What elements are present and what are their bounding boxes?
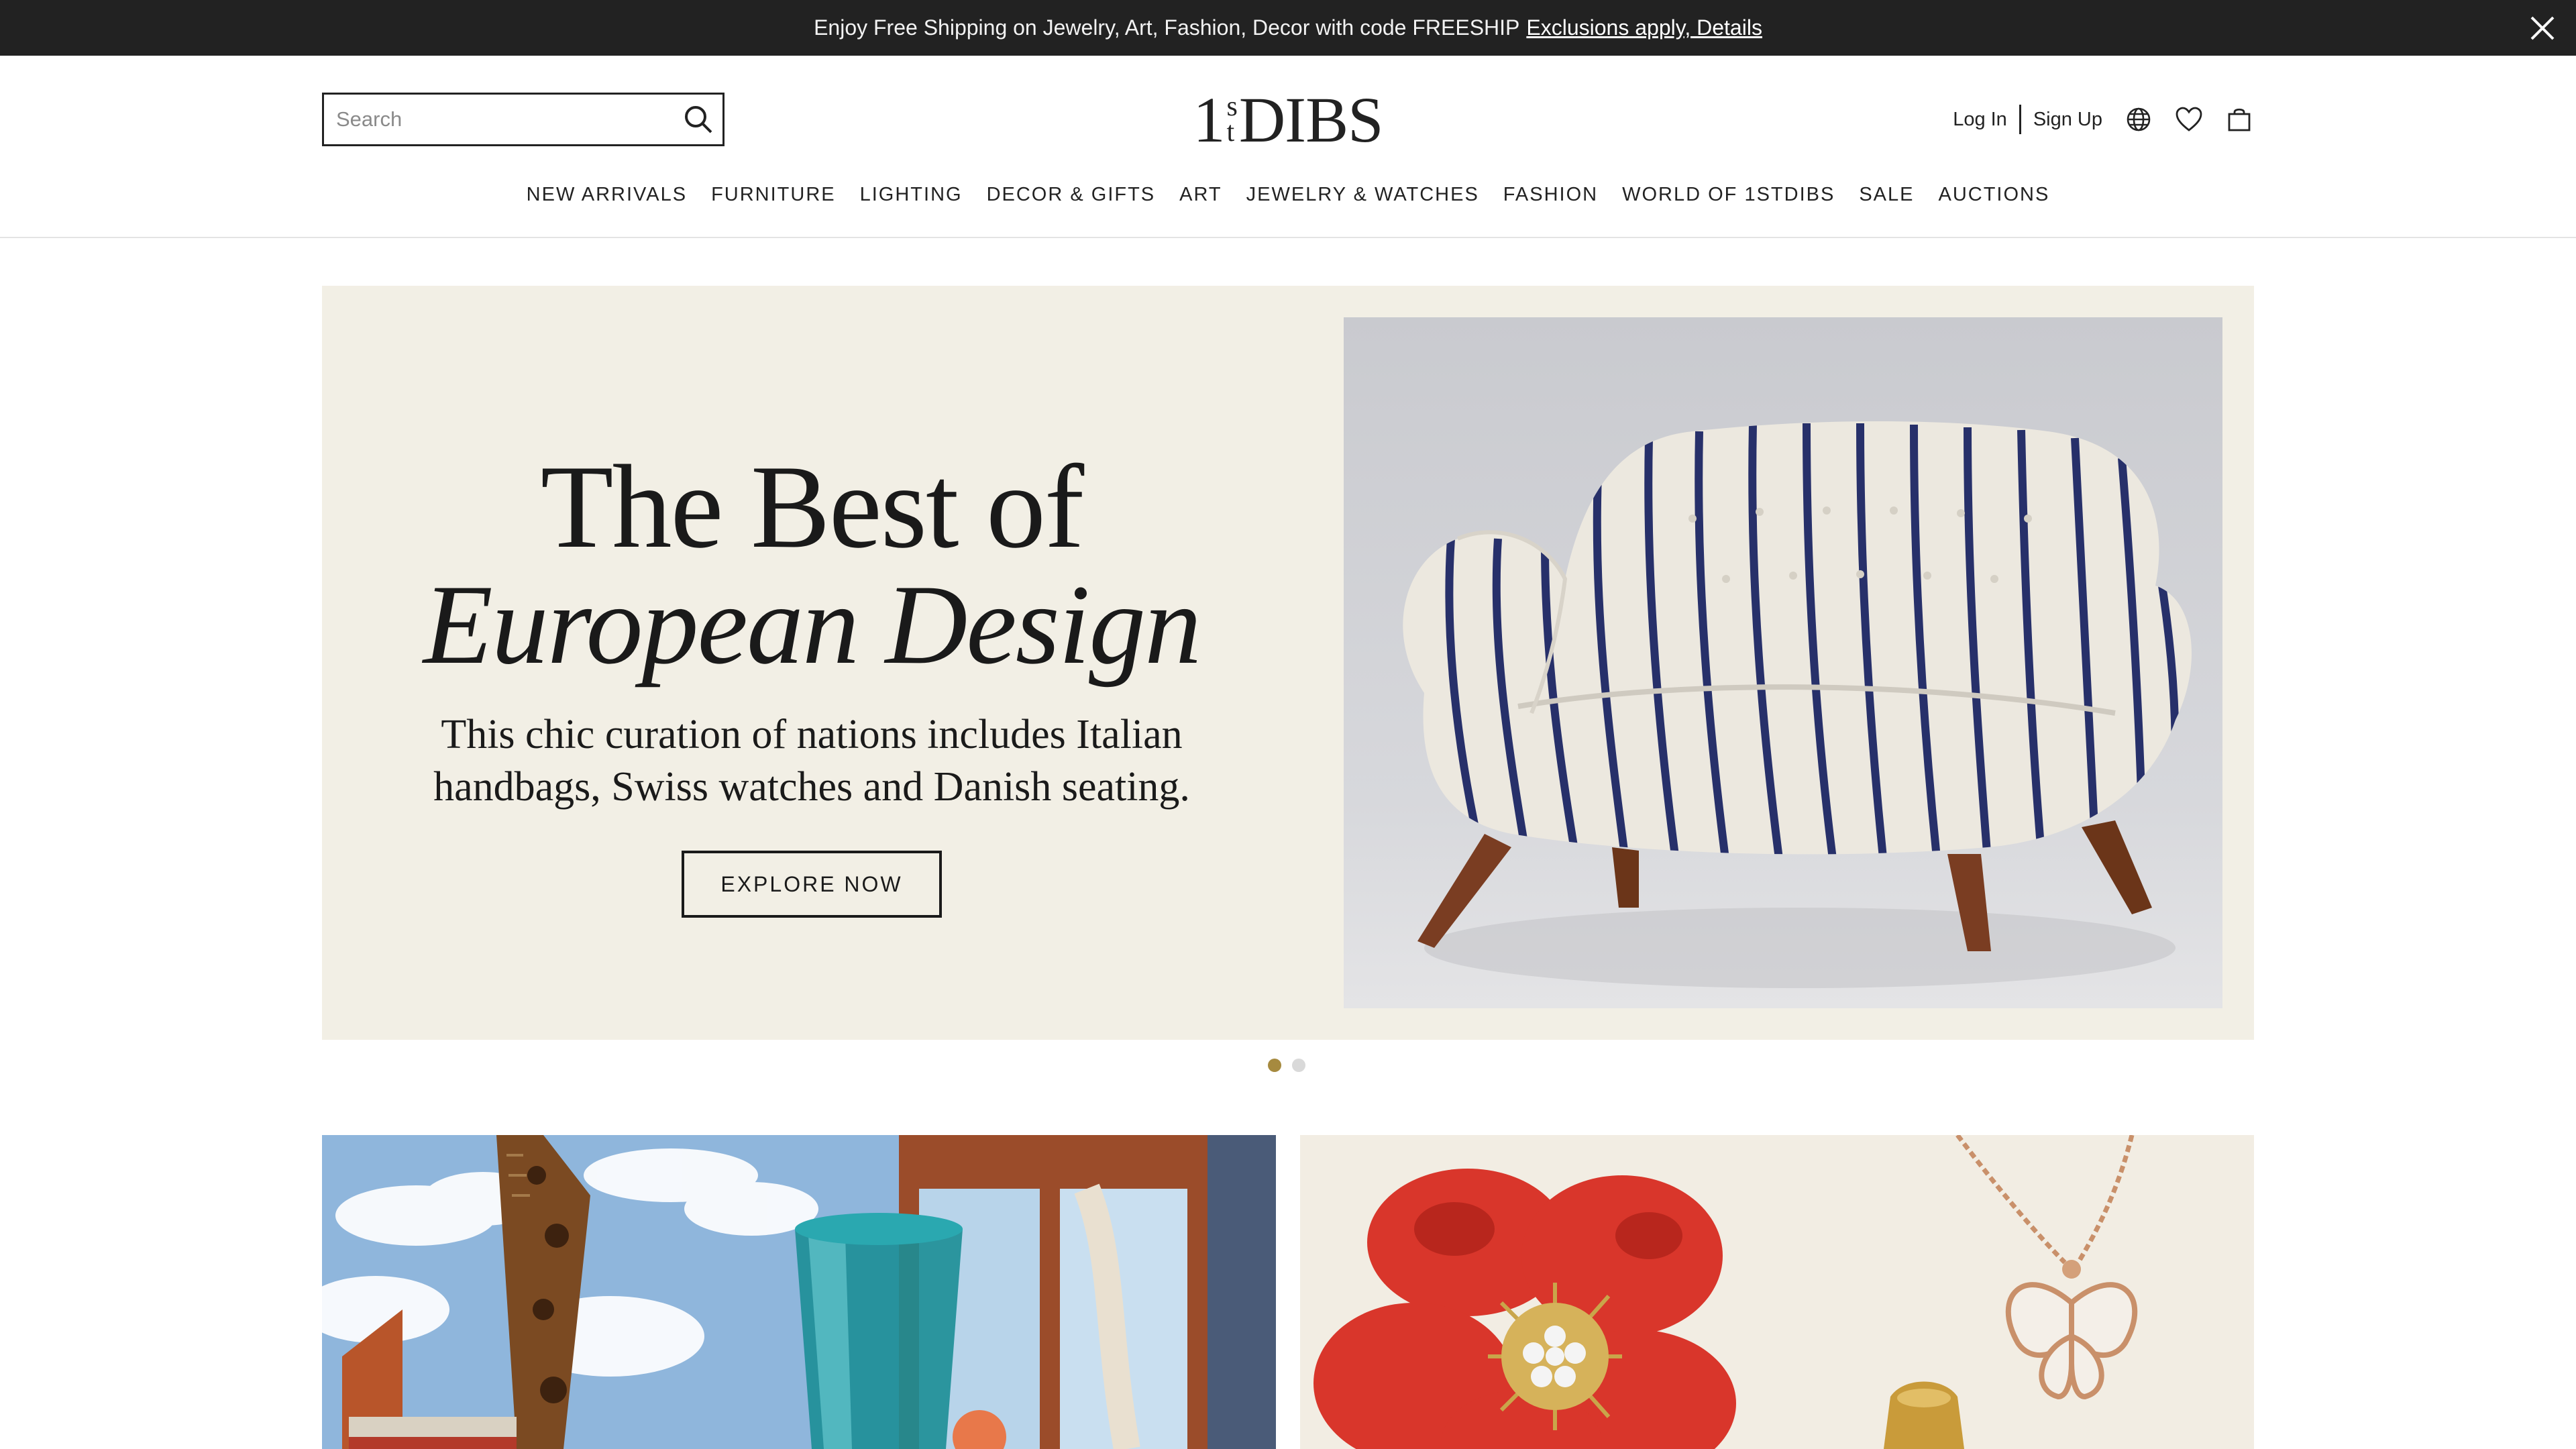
- close-icon[interactable]: [2528, 13, 2557, 43]
- nav-art[interactable]: ART: [1167, 180, 1234, 209]
- search-icon[interactable]: [674, 95, 722, 144]
- nav-decor-gifts[interactable]: DECOR & GIFTS: [975, 180, 1168, 209]
- promo-text: Enjoy Free Shipping on Jewelry, Art, Fas…: [814, 15, 1520, 40]
- shopping-bag-icon[interactable]: [2226, 106, 2253, 133]
- search-input[interactable]: [324, 95, 674, 144]
- account-links: Log In Sign Up: [1953, 101, 2253, 138]
- hero-text-block: The Best of European Design This chic cu…: [416, 447, 1208, 918]
- heart-icon[interactable]: [2175, 106, 2203, 133]
- promo-banner: Enjoy Free Shipping on Jewelry, Art, Fas…: [0, 0, 2576, 56]
- explore-now-button[interactable]: EXPLORE NOW: [682, 851, 942, 918]
- header-divider: [0, 237, 2576, 238]
- signup-link[interactable]: Sign Up: [2033, 109, 2102, 131]
- divider: [2019, 105, 2021, 134]
- nav-new-arrivals[interactable]: NEW ARRIVALS: [515, 180, 699, 209]
- main-nav: NEW ARRIVALS FURNITURE LIGHTING DECOR & …: [0, 180, 2576, 209]
- nav-sale[interactable]: SALE: [1847, 180, 1926, 209]
- nav-lighting[interactable]: LIGHTING: [848, 180, 975, 209]
- hero-subtitle: This chic curation of nations includes I…: [433, 712, 1190, 810]
- globe-icon[interactable]: [2125, 106, 2152, 133]
- search-box: [322, 93, 724, 146]
- carousel-dot-2[interactable]: [1292, 1059, 1305, 1072]
- striped-loveseat-photo[interactable]: [1344, 317, 2222, 1008]
- site-logo[interactable]: 1 s t DIBS: [1193, 83, 1383, 157]
- carousel-dots: [1268, 1059, 1305, 1072]
- nav-world-of-1stdibs[interactable]: WORLD OF 1STDIBS: [1610, 180, 1847, 209]
- nav-jewelry-watches[interactable]: JEWELRY & WATCHES: [1234, 180, 1491, 209]
- surreal-interior-collage-photo[interactable]: [322, 1135, 1276, 1449]
- login-link[interactable]: Log In: [1953, 109, 2007, 131]
- promo-details-link[interactable]: Exclusions apply, Details: [1526, 15, 1762, 40]
- carousel-dot-1[interactable]: [1268, 1059, 1281, 1072]
- hero-title: The Best of: [540, 440, 1084, 573]
- coral-flower-brooch-and-butterfly-necklace-photo[interactable]: [1300, 1135, 2254, 1449]
- nav-fashion[interactable]: FASHION: [1491, 180, 1610, 209]
- nav-furniture[interactable]: FURNITURE: [699, 180, 848, 209]
- hero-title-italic: European Design: [423, 561, 1201, 688]
- hero-banner[interactable]: The Best of European Design This chic cu…: [322, 286, 2254, 1040]
- nav-auctions[interactable]: AUCTIONS: [1926, 180, 2061, 209]
